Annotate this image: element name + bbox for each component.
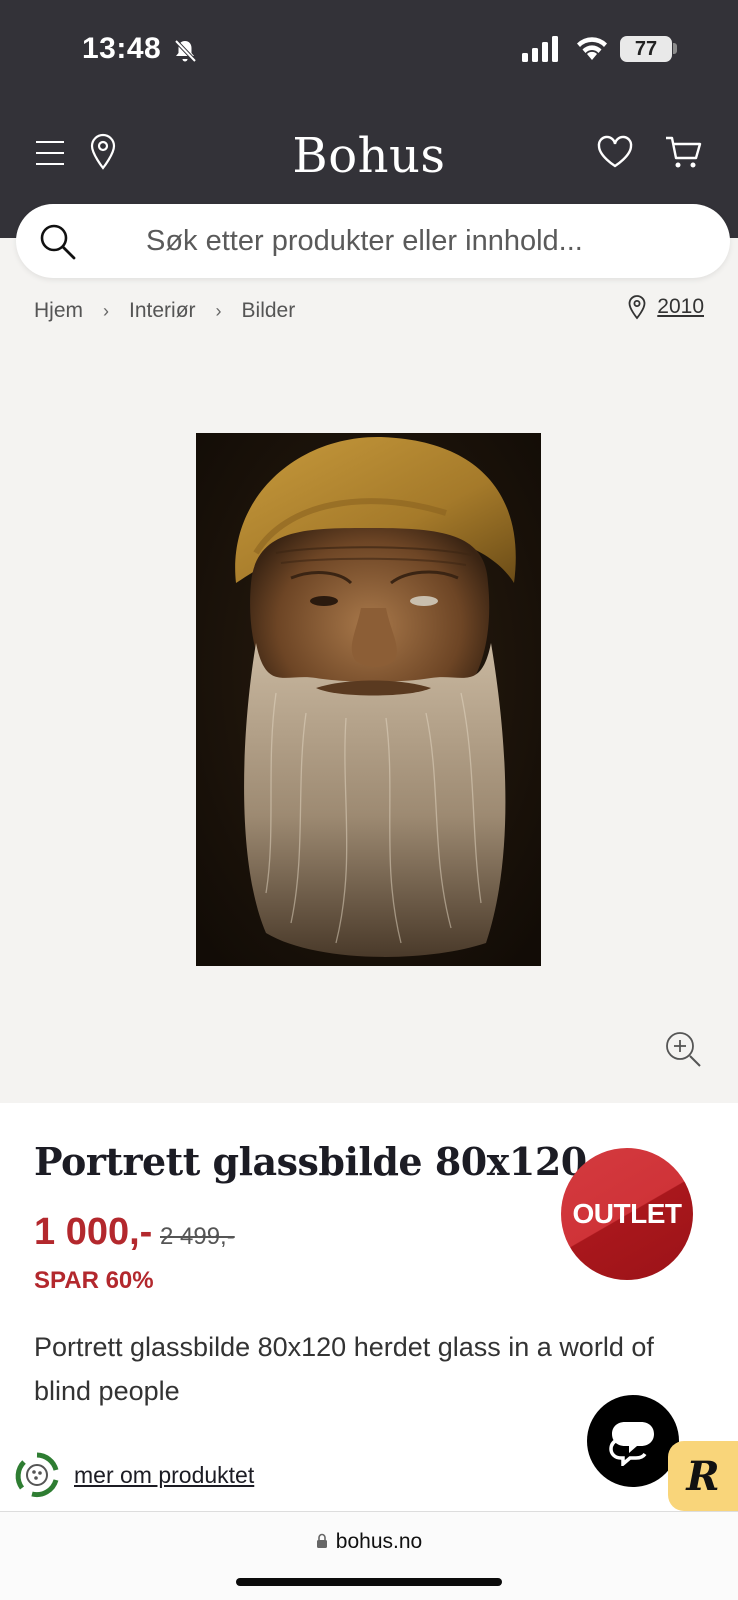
- breadcrumb-interior[interactable]: Interiør: [129, 299, 196, 323]
- browser-url-bar[interactable]: bohus.no: [0, 1511, 738, 1600]
- breadcrumb: Hjem › Interiør › Bilder: [34, 296, 295, 326]
- original-price: 2 499,-: [160, 1223, 235, 1250]
- shopping-cart-icon[interactable]: [664, 134, 702, 170]
- chat-button[interactable]: [587, 1395, 679, 1487]
- url-text: bohus.no: [335, 1530, 423, 1553]
- clock: 13:48: [82, 32, 162, 65]
- address-display[interactable]: bohus.no: [0, 1530, 738, 1554]
- breadcrumb-pictures[interactable]: Bilder: [242, 299, 296, 323]
- search-bar[interactable]: [16, 204, 730, 278]
- more-about-product-link[interactable]: mer om produktet: [12, 1450, 254, 1500]
- product-image[interactable]: [196, 433, 541, 966]
- product-description: Portrett glassbilde 80x120 herdet glass …: [34, 1332, 654, 1406]
- recycle-icon: [15, 1452, 59, 1498]
- zoom-in-icon[interactable]: [664, 1030, 702, 1068]
- reviews-widget-icon[interactable]: R: [668, 1441, 738, 1511]
- portrait-photo: [196, 433, 541, 966]
- wishlist-heart-icon[interactable]: [596, 134, 634, 170]
- header: 13:48 77 Bohus: [0, 0, 738, 238]
- battery-indicator: 77: [620, 36, 672, 62]
- chevron-right-icon: ›: [103, 300, 110, 321]
- lock-icon: [316, 1533, 327, 1548]
- bell-muted-icon: [174, 39, 197, 63]
- chevron-right-icon: ›: [215, 300, 222, 321]
- home-indicator[interactable]: [236, 1578, 502, 1586]
- battery-cap: [673, 43, 677, 54]
- cellular-signal-icon: [522, 36, 558, 62]
- search-input[interactable]: [146, 218, 706, 264]
- postal-code-selector[interactable]: 2010: [627, 294, 704, 320]
- outlet-badge: OUTLET: [561, 1148, 693, 1280]
- product-title: Portrett glassbilde 80x120: [34, 1139, 587, 1184]
- product-price: 1 000,-: [34, 1211, 153, 1253]
- search-icon[interactable]: [38, 222, 78, 262]
- location-pin-icon: [628, 295, 646, 320]
- wifi-icon: [577, 37, 607, 60]
- postal-code[interactable]: 2010: [657, 295, 704, 319]
- navigation-bar: Bohus: [0, 128, 738, 184]
- status-bar: 13:48 77: [0, 30, 738, 70]
- savings-label: SPAR 60%: [34, 1267, 154, 1294]
- chat-bubbles-icon: [609, 1422, 654, 1466]
- breadcrumb-home[interactable]: Hjem: [34, 299, 83, 323]
- more-about-product-label[interactable]: mer om produktet: [74, 1462, 254, 1489]
